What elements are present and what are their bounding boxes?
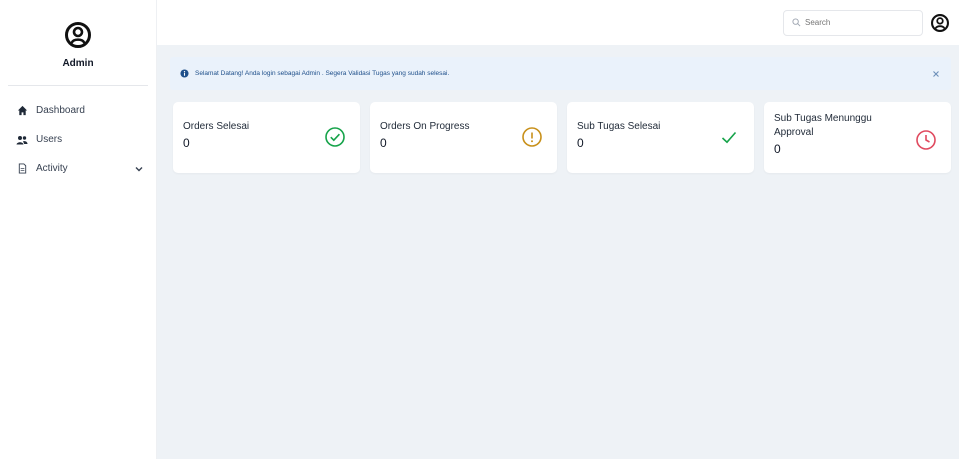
sidebar: Admin Dashboard Users Activity: [0, 0, 157, 459]
info-icon: [180, 69, 189, 78]
card-title: Sub Tugas Selesai: [577, 121, 661, 132]
check-circle-icon: [325, 127, 345, 147]
sidebar-item-label: Activity: [36, 163, 68, 174]
chevron-down-icon[interactable]: [134, 164, 144, 174]
check-icon: [721, 131, 737, 144]
sidebar-item-label: Dashboard: [36, 105, 85, 116]
alert-message: Selamat Datang! Anda login sebagai Admin…: [195, 70, 450, 77]
search-box[interactable]: [783, 9, 923, 36]
exclamation-circle-icon: [522, 127, 542, 147]
home-icon: [16, 105, 28, 117]
close-icon[interactable]: [931, 69, 941, 79]
card-orders-on-progress[interactable]: Orders On Progress 0: [370, 102, 557, 173]
sidebar-item-dashboard[interactable]: Dashboard: [0, 96, 156, 125]
card-sub-tugas-menunggu-approval[interactable]: Sub Tugas Menunggu Approval 0: [764, 102, 951, 173]
welcome-alert: Selamat Datang! Anda login sebagai Admin…: [170, 57, 951, 90]
users-icon: [16, 134, 28, 146]
stat-cards: Orders Selesai 0 Orders On Progress 0 Su…: [173, 102, 959, 173]
user-profile-icon[interactable]: [931, 13, 949, 32]
card-sub-tugas-selesai[interactable]: Sub Tugas Selesai 0: [567, 102, 754, 173]
search-icon: [792, 18, 801, 27]
profile-name: Admin: [62, 58, 94, 69]
topbar: [157, 0, 959, 45]
card-title: Sub Tugas Menunggu Approval: [774, 113, 872, 138]
sidebar-item-activity[interactable]: Activity: [0, 154, 156, 183]
app: Admin Dashboard Users Activity Search Se…: [0, 0, 959, 459]
search-input[interactable]: [805, 18, 915, 27]
card-orders-selesai[interactable]: Orders Selesai 0: [173, 102, 360, 173]
document-icon: [16, 163, 28, 175]
card-title: Orders Selesai: [183, 121, 250, 132]
card-title: Orders On Progress: [380, 121, 470, 132]
sidebar-item-users[interactable]: Users: [0, 125, 156, 154]
sidebar-nav: Dashboard Users Activity: [0, 86, 156, 183]
main-content: Selamat Datang! Anda login sebagai Admin…: [157, 0, 959, 459]
profile: Admin: [8, 0, 148, 86]
avatar-icon[interactable]: [65, 22, 91, 48]
sidebar-item-label: Users: [36, 134, 63, 145]
clock-icon: [916, 130, 936, 150]
